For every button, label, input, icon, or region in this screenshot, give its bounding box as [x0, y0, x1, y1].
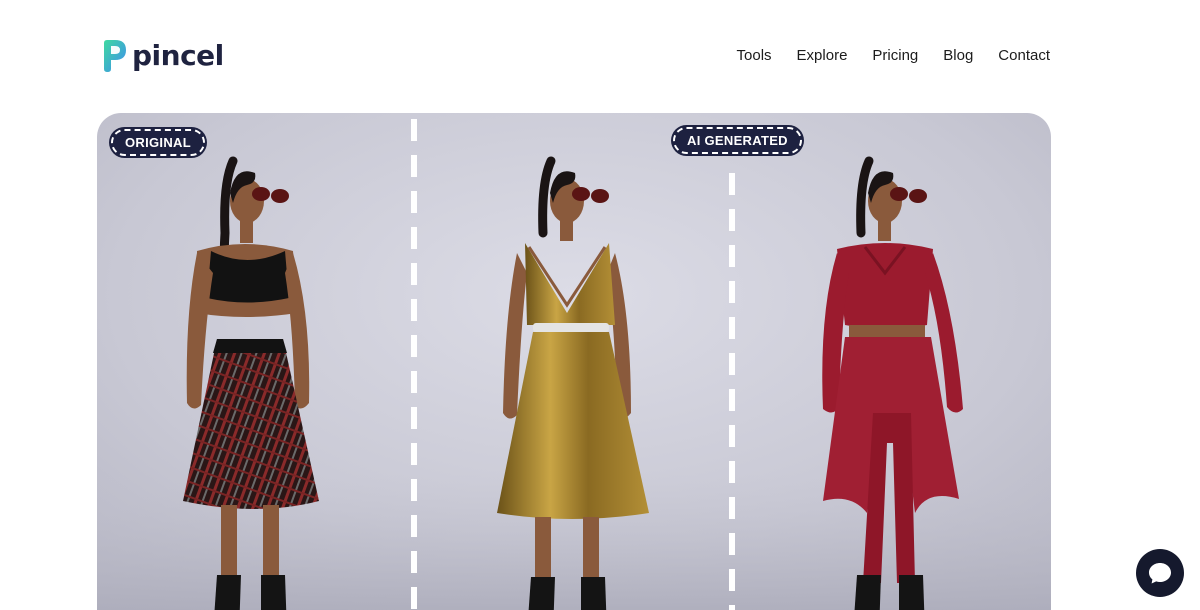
chat-widget-button[interactable] — [1136, 549, 1184, 597]
outfit-comparison-illustration — [97, 113, 1051, 610]
badge-original: ORIGINAL — [111, 129, 205, 156]
chat-bubble-icon — [1149, 563, 1171, 584]
main-nav: Tools Explore Pricing Blog Contact — [737, 45, 1050, 67]
brand-logo[interactable]: pincel — [102, 38, 224, 74]
badge-ai-generated: AI GENERATED — [673, 127, 802, 154]
site-header: pincel Tools Explore Pricing Blog Contac… — [0, 0, 1200, 110]
nav-blog[interactable]: Blog — [943, 45, 973, 67]
nav-pricing[interactable]: Pricing — [872, 45, 918, 67]
nav-tools[interactable]: Tools — [737, 45, 772, 67]
brand-name: pincel — [132, 39, 224, 72]
nav-explore[interactable]: Explore — [797, 45, 848, 67]
nav-contact[interactable]: Contact — [998, 45, 1050, 67]
pincel-logo-icon — [104, 40, 126, 72]
hero-comparison-image: ORIGINAL AI GENERATED — [97, 113, 1051, 610]
